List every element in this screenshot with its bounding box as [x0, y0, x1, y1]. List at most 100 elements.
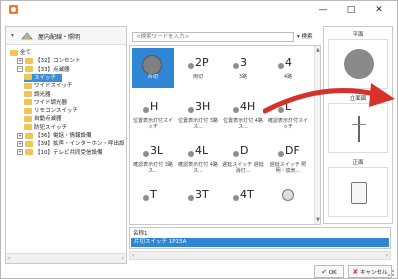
switch-dot-icon: [278, 151, 284, 157]
tree-item[interactable]: 調光器: [24, 91, 51, 99]
name-label: 名称1: [133, 231, 148, 237]
category-selector[interactable]: ▾ 屋内配線・照明: [6, 27, 126, 45]
symbol-graphic: 4L: [177, 140, 219, 160]
collapse-icon[interactable]: −: [17, 66, 23, 73]
category-label: 屋内配線・照明: [38, 34, 81, 41]
chevron-down-icon: ▾: [11, 32, 15, 39]
scroll-down-icon[interactable]: ▼: [316, 217, 320, 223]
symbol-cell[interactable]: 4 4路: [267, 48, 309, 88]
symbol-code: 3T: [195, 188, 209, 201]
name-panel: 名称1 片切スイッチ 1P15A: [129, 227, 391, 249]
expand-icon[interactable]: +: [17, 57, 23, 64]
tree-item[interactable]: リモコンスイッチ: [24, 107, 78, 115]
tree-item[interactable]: + 【10】テレビ共同受信設備: [17, 149, 103, 157]
tree-horizontal-scrollbar[interactable]: ‹ ›: [6, 253, 126, 263]
symbol-graphic: L: [267, 96, 309, 116]
switch-dot-icon: [188, 195, 194, 201]
plan-view-title: 平面: [352, 32, 364, 38]
symbol-graphic: 2P: [177, 52, 219, 72]
scroll-left-icon[interactable]: ‹: [132, 252, 134, 259]
symbol-cell[interactable]: D 遅延スイッチ 遅延消灯...: [222, 136, 264, 176]
symbol-label: 確認表示灯付スイッチ: [267, 118, 308, 130]
switch-dot-icon: [278, 107, 284, 113]
scroll-right-icon[interactable]: ›: [386, 252, 388, 259]
symbol-cell[interactable]: 4H 位置表示灯付 4路ス...: [222, 92, 264, 132]
tree-item-label: 【36】電話・情報設備: [35, 133, 92, 139]
tree-item[interactable]: − 【33】点滅器: [17, 66, 70, 74]
symbol-code: D: [240, 144, 249, 157]
symbol-graphic: 3L: [132, 140, 174, 160]
symbol-cell[interactable]: 3T: [177, 180, 219, 220]
name-value[interactable]: 片切スイッチ 1P15A: [131, 238, 389, 247]
front-symbol: [351, 182, 367, 204]
symbol-cell[interactable]: [267, 180, 309, 220]
symbol-code: L: [285, 100, 292, 113]
tree-item[interactable]: スイッチ: [24, 73, 63, 82]
tree-item-label: 【39】拡声・インターホン・呼出設: [35, 141, 125, 148]
symbol-cell[interactable]: T: [132, 180, 174, 220]
grid-vertical-scrollbar[interactable]: ▲ ▼: [314, 46, 320, 224]
switch-dot-icon: [278, 63, 284, 69]
symbol-label: 位置表示灯付 4路ス...: [223, 118, 263, 130]
symbol-cell[interactable]: 2P 両切: [177, 48, 219, 88]
switch-dot-icon: [143, 107, 149, 113]
symbol-graphic: 4H: [222, 96, 264, 116]
scroll-up-icon[interactable]: ▲: [316, 47, 320, 53]
expand-icon[interactable]: +: [17, 132, 23, 139]
symbol-cell[interactable]: 4L 確認表示灯付 4路ス...: [177, 136, 219, 176]
symbol-code: H: [150, 100, 159, 113]
tree-item[interactable]: 防犯スイッチ: [24, 124, 67, 132]
scroll-left-icon[interactable]: ‹: [8, 255, 10, 262]
symbol-cell[interactable]: DF 遅延スイッチ 照明・換気...: [267, 136, 309, 176]
name-horizontal-scrollbar[interactable]: ‹ ›: [129, 251, 391, 260]
symbol-label: 位置表示灯付スイッチ: [132, 118, 173, 130]
symbol-label: 位置表示灯付 3路ス...: [178, 118, 218, 130]
minimize-button[interactable]: —: [311, 3, 335, 17]
plan-view: [328, 39, 388, 89]
symbol-cell[interactable]: 3H 位置表示灯付 3路ス...: [177, 92, 219, 132]
symbol-code: 4L: [195, 144, 209, 157]
tree-item[interactable]: + 【36】電話・情報設備: [17, 132, 92, 140]
symbol-cell[interactable]: L 確認表示灯付スイッチ: [267, 92, 309, 132]
symbol-graphic: 4T: [222, 184, 264, 204]
symbol-graphic: 4: [267, 52, 309, 72]
tree-item[interactable]: + 【39】拡声・インターホン・呼出設: [17, 140, 125, 148]
scroll-right-icon[interactable]: ›: [122, 255, 124, 262]
folder-icon: [24, 124, 32, 131]
tree-item[interactable]: 自動点滅器: [24, 115, 62, 123]
symbol-cell[interactable]: 3L 確認表示灯付 3路ス...: [132, 136, 174, 176]
resize-grip[interactable]: [388, 270, 394, 276]
search-input[interactable]: [133, 33, 293, 41]
folder-icon: [25, 132, 33, 139]
symbol-cell[interactable]: 4T: [222, 180, 264, 220]
tree-item[interactable]: ワイドスイッチ: [24, 82, 73, 90]
symbol-cell[interactable]: 片切: [132, 48, 174, 88]
expand-icon[interactable]: +: [17, 140, 23, 147]
tree-item[interactable]: + 【32】コンセント: [17, 57, 81, 65]
search-button[interactable]: ▾ 検索: [297, 32, 322, 42]
symbol-cell[interactable]: H 位置表示灯付スイッチ: [132, 92, 174, 132]
symbol-code: 3H: [195, 100, 211, 113]
x-icon: ✘: [352, 268, 359, 276]
ok-button[interactable]: ✔ OK: [314, 265, 344, 278]
close-button[interactable]: ✕: [367, 3, 391, 17]
symbol-graphic: DF: [267, 140, 309, 160]
symbol-code: 2P: [195, 56, 209, 69]
tree-item-label: ワイド調光器: [34, 99, 68, 106]
preview-pane: 平面 立面図 正面: [323, 26, 393, 224]
expand-icon[interactable]: +: [17, 149, 23, 156]
category-tree-pane: ▾ 屋内配線・照明 全て + 【32】コンセント − 【33】点滅器 スイッチ ワイドスイッ…: [5, 26, 127, 264]
symbol-graphic: [132, 52, 174, 75]
cancel-button[interactable]: ✘ キャンセル: [348, 265, 392, 278]
maximize-button[interactable]: □: [339, 3, 363, 17]
symbol-graphic: 3T: [177, 184, 219, 204]
search-field[interactable]: [132, 32, 294, 42]
symbol-cell[interactable]: 3 3路: [222, 48, 264, 88]
switch-symbol-icon: [142, 55, 162, 75]
tree-item-label: 【33】点滅器: [35, 66, 70, 73]
tree-item[interactable]: ワイド調光器: [24, 99, 67, 107]
switch-dot-icon: [233, 195, 239, 201]
tree-item[interactable]: 全て: [10, 49, 31, 57]
symbol-graphic: [267, 184, 309, 204]
folder-icon: [25, 66, 33, 73]
